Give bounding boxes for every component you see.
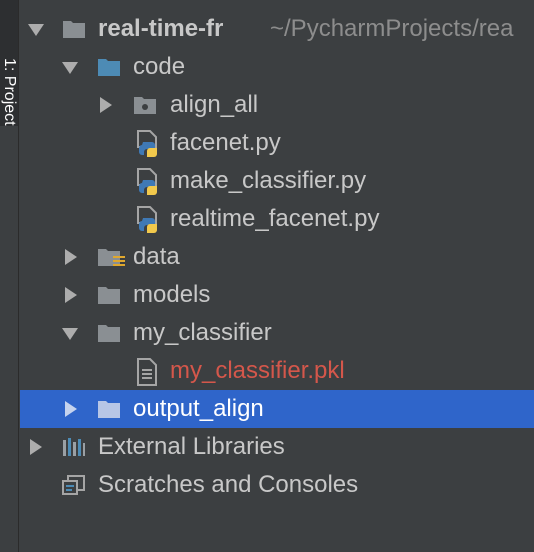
tree-row-align-all[interactable]: align_all	[20, 86, 534, 124]
python-file-icon	[137, 168, 157, 195]
tree-row-my-classifier[interactable]: my_classifier	[20, 314, 534, 352]
file-name-my-classifier-pkl: my_classifier.pkl	[170, 357, 345, 384]
tree-row-models[interactable]: models	[20, 276, 534, 314]
scratches-label: Scratches and Consoles	[98, 471, 359, 498]
project-tool-tab[interactable]: 1: Project	[0, 0, 18, 126]
tree-row-facenet[interactable]: facenet.py	[20, 124, 534, 162]
folder-name-data: data	[133, 243, 180, 270]
chevron-right-icon[interactable]	[65, 249, 77, 265]
scratches-icon	[62, 475, 85, 495]
tree-row-data[interactable]: data	[20, 238, 534, 276]
tree-row-realtime-facenet[interactable]: realtime_facenet.py	[20, 200, 534, 238]
project-tree: real-time-fr ~/PycharmProjects/rea code …	[20, 0, 534, 552]
tree-row-output-align[interactable]: output_align	[20, 390, 534, 428]
folder-icon	[98, 325, 120, 342]
project-tool-tab-label: 1: Project	[1, 58, 18, 126]
package-folder-icon	[134, 97, 156, 114]
chevron-down-icon[interactable]	[28, 24, 44, 36]
folder-name-models: models	[133, 281, 211, 308]
tree-row-root[interactable]: real-time-fr ~/PycharmProjects/rea	[20, 10, 534, 48]
folder-icon	[63, 21, 85, 38]
tree-row-my-classifier-pkl[interactable]: my_classifier.pkl	[20, 352, 534, 390]
tree-row-external-libraries[interactable]: External Libraries	[20, 428, 534, 466]
chevron-right-icon[interactable]	[65, 287, 77, 303]
source-folder-icon	[98, 59, 120, 76]
chevron-right-icon[interactable]	[100, 97, 112, 113]
chevron-right-icon[interactable]	[30, 439, 42, 455]
library-icon	[63, 438, 85, 456]
python-file-icon	[137, 206, 157, 233]
folder-name-output-align: output_align	[133, 395, 264, 422]
tree-row-make-classifier[interactable]: make_classifier.py	[20, 162, 534, 200]
folder-name-align-all: align_all	[170, 91, 259, 118]
file-name-realtime-facenet: realtime_facenet.py	[170, 205, 380, 232]
chevron-down-icon[interactable]	[62, 62, 78, 74]
external-libraries-label: External Libraries	[98, 433, 285, 460]
resource-folder-icon	[98, 249, 125, 266]
text-file-icon	[137, 358, 157, 386]
folder-icon	[98, 287, 120, 304]
folder-icon	[98, 401, 120, 418]
folder-name-my-classifier: my_classifier	[133, 319, 272, 346]
python-file-icon	[137, 130, 157, 157]
folder-name-code: code	[133, 53, 186, 80]
tree-row-scratches[interactable]: Scratches and Consoles	[20, 466, 534, 504]
root-folder-path: ~/PycharmProjects/rea	[270, 15, 514, 42]
file-name-facenet: facenet.py	[170, 129, 281, 156]
file-name-make-classifier: make_classifier.py	[170, 167, 367, 194]
tool-window-strip: 1: Project	[0, 0, 19, 552]
tree-row-code[interactable]: code	[20, 48, 534, 86]
chevron-down-icon[interactable]	[62, 328, 78, 340]
root-folder-name: real-time-fr	[98, 15, 224, 42]
chevron-right-icon[interactable]	[65, 401, 77, 417]
